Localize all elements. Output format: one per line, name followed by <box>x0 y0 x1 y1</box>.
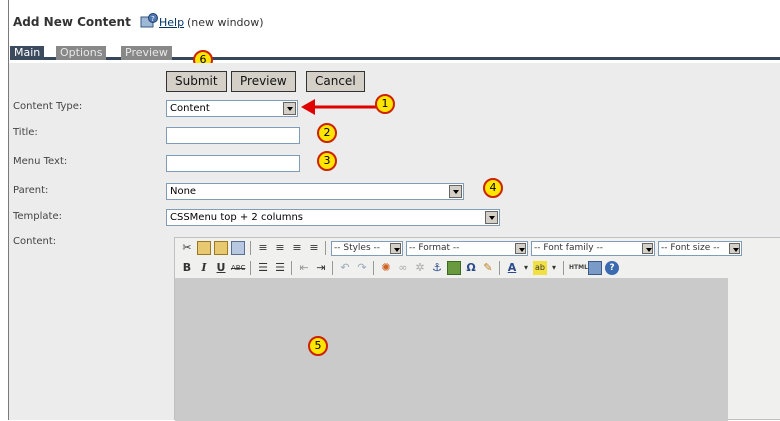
text-color-icon[interactable]: A <box>505 261 519 275</box>
underline-icon[interactable]: U <box>214 261 228 275</box>
page-header: Add New Content ? Help (new window) <box>9 0 780 44</box>
font-family-select[interactable]: -- Font family -- <box>531 241 655 256</box>
clean-format-icon[interactable]: ✎ <box>481 261 495 275</box>
page-frame: Add New Content ? Help (new window) Main… <box>8 0 780 421</box>
title-input[interactable] <box>166 127 300 144</box>
chevron-down-icon[interactable] <box>283 102 296 115</box>
editor-toolbar-row-2: B I U ABC ☰ ☰ ⇤ ⇥ ↶ ↷ ✺ ∞ ✲ ⚓ Ω ✎ A ▾ ab… <box>177 258 780 278</box>
toolbar-separator <box>250 241 251 255</box>
styles-select-value: -- Styles -- <box>334 243 381 253</box>
parent-value: None <box>170 186 197 197</box>
content-type-value: Content <box>170 103 210 114</box>
content-label: Content: <box>13 236 57 247</box>
menu-text-input[interactable] <box>166 155 300 172</box>
help-link[interactable]: Help <box>159 16 184 29</box>
submit-button[interactable]: Submit <box>166 71 227 92</box>
callout-marker-4: 4 <box>483 178 503 198</box>
toolbar-separator <box>250 261 251 275</box>
editor-toolbar-row-1: ✂ ≡ ≡ ≡ ≡ -- Styles -- -- Format -- -- F… <box>177 238 780 258</box>
undo-icon[interactable]: ↶ <box>338 261 352 275</box>
template-select[interactable]: CSSMenu top + 2 columns <box>166 209 500 226</box>
wysiwyg-editor: ✂ ≡ ≡ ≡ ≡ -- Styles -- -- Format -- -- F… <box>174 237 780 421</box>
bold-icon[interactable]: B <box>180 261 194 275</box>
paste-icon[interactable] <box>197 241 211 255</box>
content-type-label: Content Type: <box>13 101 83 112</box>
callout-marker-2: 2 <box>317 123 337 143</box>
chevron-down-icon[interactable] <box>729 243 740 254</box>
page-title: Add New Content <box>13 15 131 29</box>
html-source-icon[interactable]: HTML <box>569 261 588 275</box>
callout-marker-5: 5 <box>308 336 328 356</box>
special-char-icon[interactable]: Ω <box>464 261 478 275</box>
link-icon[interactable]: ∞ <box>396 261 410 275</box>
help-icon[interactable]: ? <box>605 261 619 275</box>
title-label: Title: <box>13 127 38 138</box>
parent-select[interactable]: None <box>166 183 464 200</box>
help-note: (new window) <box>187 16 264 29</box>
toolbar-separator <box>499 261 500 275</box>
content-type-select[interactable]: Content <box>166 100 298 117</box>
svg-text:?: ? <box>151 15 155 23</box>
red-arrow-icon <box>301 99 379 115</box>
highlight-color-icon[interactable]: ab <box>533 261 547 275</box>
chevron-down-icon[interactable] <box>642 243 653 254</box>
align-right-icon[interactable]: ≡ <box>290 241 304 255</box>
font-size-select-value: -- Font size -- <box>661 243 720 253</box>
redo-icon[interactable]: ↷ <box>355 261 369 275</box>
cleanup-icon[interactable]: ✺ <box>379 261 393 275</box>
chevron-down-icon[interactable] <box>449 185 462 198</box>
parent-label: Parent: <box>13 185 49 196</box>
toolbar-separator <box>325 241 326 255</box>
fullscreen-icon[interactable] <box>588 261 602 275</box>
format-select-value: -- Format -- <box>409 243 460 253</box>
tab-preview[interactable]: Preview <box>121 46 172 60</box>
toolbar-separator <box>563 261 564 275</box>
cut-icon[interactable]: ✂ <box>180 241 194 255</box>
template-label: Template: <box>13 211 62 222</box>
align-left-icon[interactable]: ≡ <box>256 241 270 255</box>
toolbar-separator <box>332 261 333 275</box>
styles-select[interactable]: -- Styles -- <box>331 241 403 256</box>
format-select[interactable]: -- Format -- <box>406 241 528 256</box>
paste-word-icon[interactable] <box>231 241 245 255</box>
chevron-down-icon[interactable]: ▾ <box>519 261 533 275</box>
callout-marker-3: 3 <box>317 151 337 171</box>
image-icon[interactable] <box>447 261 461 275</box>
numbered-list-icon[interactable]: ☰ <box>273 261 287 275</box>
tab-bar: Main Options Preview <box>10 44 780 60</box>
callout-marker-1: 1 <box>375 94 395 114</box>
chevron-down-icon[interactable] <box>515 243 526 254</box>
italic-icon[interactable]: I <box>197 261 211 275</box>
strikethrough-icon[interactable]: ABC <box>231 261 245 275</box>
outdent-icon[interactable]: ⇤ <box>297 261 311 275</box>
paste-text-icon[interactable] <box>214 241 228 255</box>
align-justify-icon[interactable]: ≡ <box>307 241 321 255</box>
template-value: CSSMenu top + 2 columns <box>170 212 303 223</box>
bullet-list-icon[interactable]: ☰ <box>256 261 270 275</box>
font-size-select[interactable]: -- Font size -- <box>658 241 742 256</box>
preview-button[interactable]: Preview <box>231 71 296 92</box>
tab-main[interactable]: Main <box>10 46 45 60</box>
unlink-icon[interactable]: ✲ <box>413 261 427 275</box>
toolbar-separator <box>291 261 292 275</box>
help-icon[interactable]: ? <box>140 13 158 29</box>
editor-content-area[interactable] <box>175 278 728 421</box>
indent-icon[interactable]: ⇥ <box>314 261 328 275</box>
font-family-select-value: -- Font family -- <box>534 243 603 253</box>
tab-options[interactable]: Options <box>56 46 107 60</box>
menu-text-label: Menu Text: <box>13 156 68 167</box>
anchor-icon[interactable]: ⚓ <box>430 261 444 275</box>
toolbar-separator <box>373 261 374 275</box>
chevron-down-icon[interactable] <box>485 211 498 224</box>
cancel-button[interactable]: Cancel <box>306 71 365 92</box>
chevron-down-icon[interactable] <box>390 243 401 254</box>
align-center-icon[interactable]: ≡ <box>273 241 287 255</box>
chevron-down-icon[interactable]: ▾ <box>547 261 561 275</box>
